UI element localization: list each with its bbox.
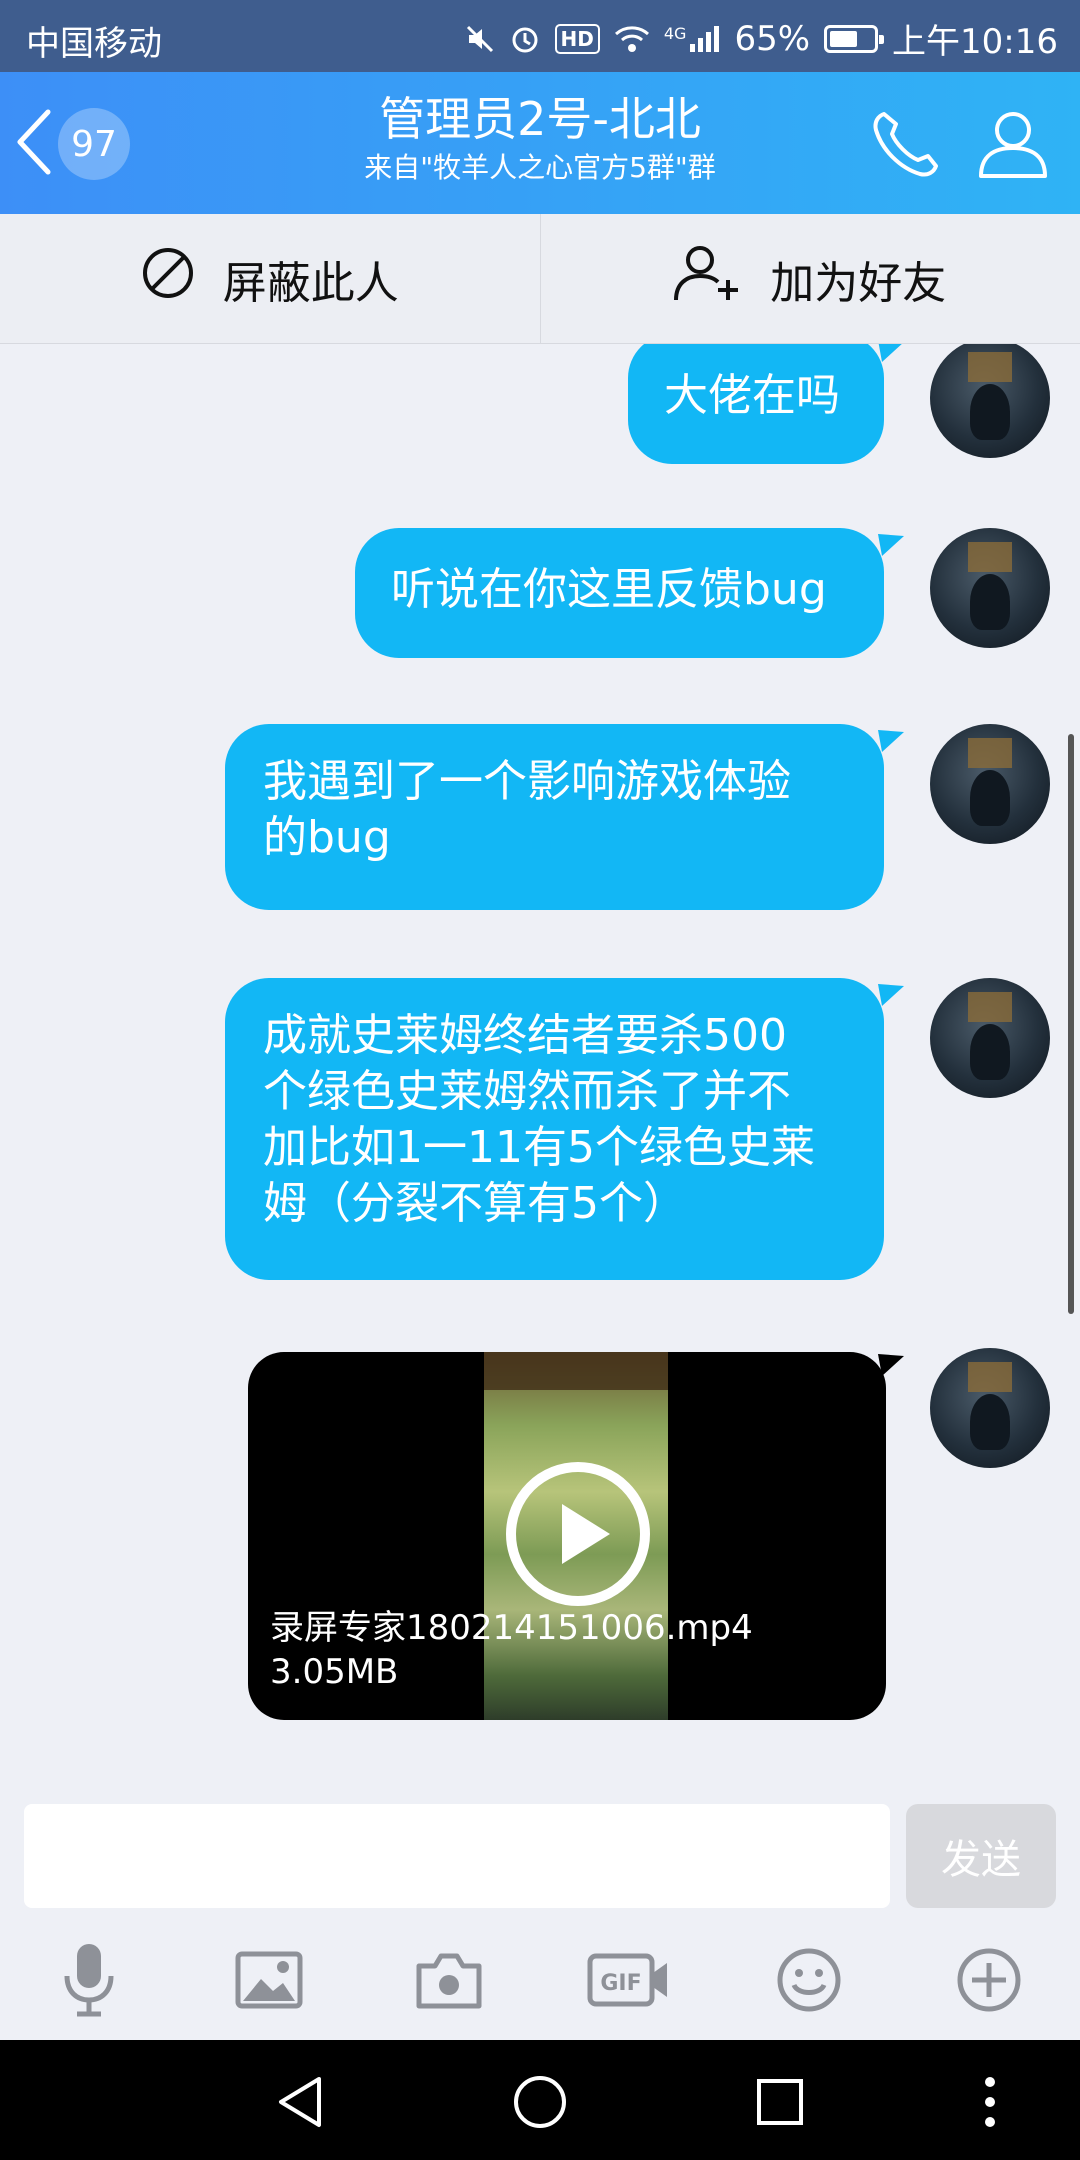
signal-icon: 4G <box>664 24 721 54</box>
video-file-name: 录屏专家180214151006.mp4 <box>270 1608 753 1648</box>
wifi-icon <box>614 24 650 54</box>
message-bubble[interactable]: 大佬在吗 <box>628 344 884 464</box>
recents-nav-icon[interactable] <box>748 2070 812 2134</box>
bubble-tail <box>878 344 902 362</box>
image-icon[interactable] <box>224 1940 314 2020</box>
battery-icon <box>824 24 885 53</box>
navigation-bar <box>0 2040 1080 2160</box>
avatar[interactable] <box>930 1348 1050 1468</box>
svg-text:GIF: GIF <box>600 1971 641 1996</box>
more-nav-icon[interactable] <box>958 2070 1022 2134</box>
add-friend-button[interactable]: 加为好友 <box>539 214 1080 343</box>
avatar[interactable] <box>930 344 1050 458</box>
bubble-tail <box>878 534 904 556</box>
video-message[interactable]: 录屏专家180214151006.mp4 3.05MB <box>248 1352 886 1720</box>
chevron-left-icon <box>14 108 54 180</box>
profile-button[interactable] <box>976 108 1050 184</box>
stranger-action-bar: 屏蔽此人 加为好友 <box>0 214 1080 344</box>
clock: 上午10:16 <box>892 22 1058 62</box>
call-button[interactable] <box>870 108 946 184</box>
microphone-icon[interactable] <box>44 1940 134 2020</box>
play-icon[interactable] <box>506 1462 650 1606</box>
status-icons: HD 4G 65% 上午10:16 <box>465 14 1058 63</box>
group-source: 来自"牧羊人之心官方5群"群 <box>364 151 716 184</box>
title-bar: 97 管理员2号-北北 来自"牧羊人之心官方5群"群 <box>0 72 1080 214</box>
back-nav-icon[interactable] <box>268 2070 332 2134</box>
chat-title: 管理员2号-北北 来自"牧羊人之心官方5群"群 <box>260 88 820 186</box>
message-text: 成就史莱姆终结者要杀500 个绿色史莱姆然而杀了并不 加比如1一11有5个绿色史… <box>263 1010 815 1229</box>
status-bar: 中国移动 HD 4G 65% 上午10:16 <box>0 0 1080 72</box>
person-icon <box>976 112 1050 184</box>
message-text: 我遇到了一个影响游戏体验 的bug <box>263 756 791 863</box>
scrollbar[interactable] <box>1068 734 1074 1314</box>
avatar[interactable] <box>930 978 1050 1098</box>
battery-percent: 65% <box>734 18 811 59</box>
message-text: 大佬在吗 <box>664 370 840 421</box>
message-bubble[interactable]: 我遇到了一个影响游戏体验 的bug <box>225 724 884 910</box>
send-button[interactable]: 发送 <box>906 1804 1056 1908</box>
phone-icon <box>870 112 946 184</box>
plus-icon[interactable] <box>944 1940 1034 2020</box>
bubble-tail <box>878 730 904 752</box>
input-toolbar: GIF <box>0 1910 1080 2040</box>
alarm-icon <box>509 23 541 55</box>
camera-icon[interactable] <box>404 1940 494 2020</box>
input-bar: 发送 <box>0 1794 1080 1910</box>
unread-count-badge: 97 <box>58 108 130 180</box>
add-person-icon <box>674 244 742 313</box>
message-input[interactable] <box>24 1804 890 1908</box>
carrier-label: 中国移动 <box>26 24 162 64</box>
avatar[interactable] <box>930 724 1050 844</box>
avatar[interactable] <box>930 528 1050 648</box>
add-friend-label: 加为好友 <box>770 257 947 309</box>
network-type: 4G <box>663 23 687 43</box>
mute-icon <box>465 24 495 54</box>
home-nav-icon[interactable] <box>508 2070 572 2134</box>
hd-icon: HD <box>554 23 600 54</box>
bubble-tail <box>878 984 904 1006</box>
contact-name: 管理员2号-北北 <box>379 92 701 146</box>
message-text: 听说在你这里反馈bug <box>391 564 827 615</box>
gif-icon[interactable]: GIF <box>584 1940 674 2020</box>
block-icon <box>141 246 195 311</box>
emoji-icon[interactable] <box>764 1940 854 2020</box>
back-button[interactable]: 97 <box>14 108 130 180</box>
video-file-size: 3.05MB <box>270 1652 399 1692</box>
block-user-label: 屏蔽此人 <box>222 257 399 309</box>
message-bubble[interactable]: 成就史莱姆终结者要杀500 个绿色史莱姆然而杀了并不 加比如1一11有5个绿色史… <box>225 978 884 1280</box>
block-user-button[interactable]: 屏蔽此人 <box>0 214 540 343</box>
message-bubble[interactable]: 听说在你这里反馈bug <box>355 528 884 658</box>
